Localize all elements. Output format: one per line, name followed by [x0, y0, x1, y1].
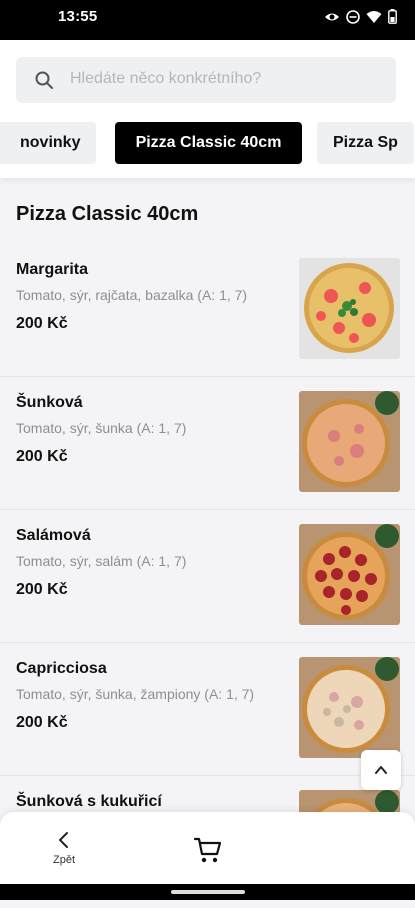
- chevron-up-icon: [375, 766, 387, 774]
- menu-item-sunkova[interactable]: Šunková Tomato, sýr, šunka (A: 1, 7) 200…: [0, 376, 415, 510]
- menu-header: Hledáte něco konkrétního? novinky Pizza …: [0, 40, 415, 178]
- pizza-image: [299, 258, 400, 359]
- section-title: Pizza Classic 40cm: [16, 203, 199, 225]
- item-name: Šunková: [16, 394, 83, 411]
- item-description: Tomato, sýr, rajčata, bazalka (A: 1, 7): [16, 287, 248, 303]
- item-description: Tomato, sýr, šunka, žampiony (A: 1, 7): [16, 686, 255, 702]
- cart-icon: [193, 837, 222, 863]
- item-name: Salámová: [16, 527, 91, 544]
- item-price: 200 Kč: [16, 581, 68, 598]
- tab-pizza-classic[interactable]: Pizza Classic 40cm: [115, 122, 302, 164]
- tab-novinky[interactable]: novinky: [0, 122, 97, 164]
- item-description: Tomato, sýr, šunka (A: 1, 7): [16, 420, 187, 436]
- home-indicator[interactable]: [171, 890, 245, 894]
- cart-button[interactable]: [193, 836, 223, 869]
- search-input[interactable]: Hledáte něco konkrétního?: [16, 57, 396, 103]
- eye-icon: [325, 13, 339, 20]
- status-time: 13:55: [58, 8, 98, 25]
- menu-item-capricciosa[interactable]: Capricciosa Tomato, sýr, šunka, žampiony…: [0, 642, 415, 776]
- bottom-bar: Zpět: [0, 812, 415, 884]
- back-button[interactable]: Zpět: [44, 830, 84, 874]
- search-icon: [35, 71, 53, 89]
- menu-item-salamova[interactable]: Salámová Tomato, sýr, salám (A: 1, 7) 20…: [0, 509, 415, 643]
- tab-pizza-special[interactable]: Pizza Sp: [317, 122, 414, 164]
- status-bar: 13:55: [0, 0, 415, 40]
- item-price: 200 Kč: [16, 714, 68, 731]
- pizza-image: [299, 524, 400, 625]
- status-icons: [324, 9, 397, 24]
- wifi-icon: [366, 10, 382, 23]
- system-nav-bar: [0, 884, 415, 900]
- item-name: Capricciosa: [16, 660, 107, 677]
- menu-item-margarita[interactable]: Margarita Tomato, sýr, rajčata, bazalka …: [0, 243, 415, 377]
- scroll-top-button[interactable]: [361, 750, 401, 790]
- pizza-image: [299, 657, 400, 758]
- item-name: Šunková s kukuřicí: [16, 793, 162, 810]
- item-price: 200 Kč: [16, 315, 68, 332]
- item-description: Tomato, sýr, salám (A: 1, 7): [16, 553, 187, 569]
- battery-icon: [388, 9, 397, 24]
- pizza-image: [299, 391, 400, 492]
- item-price: 200 Kč: [16, 448, 68, 465]
- dnd-icon: [346, 9, 360, 24]
- item-name: Margarita: [16, 261, 89, 278]
- back-label: Zpět: [52, 854, 75, 866]
- search-placeholder: Hledáte něco konkrétního?: [70, 70, 262, 87]
- category-tabs: novinky Pizza Classic 40cm Pizza Sp: [0, 122, 415, 164]
- chevron-left-icon: [59, 832, 68, 848]
